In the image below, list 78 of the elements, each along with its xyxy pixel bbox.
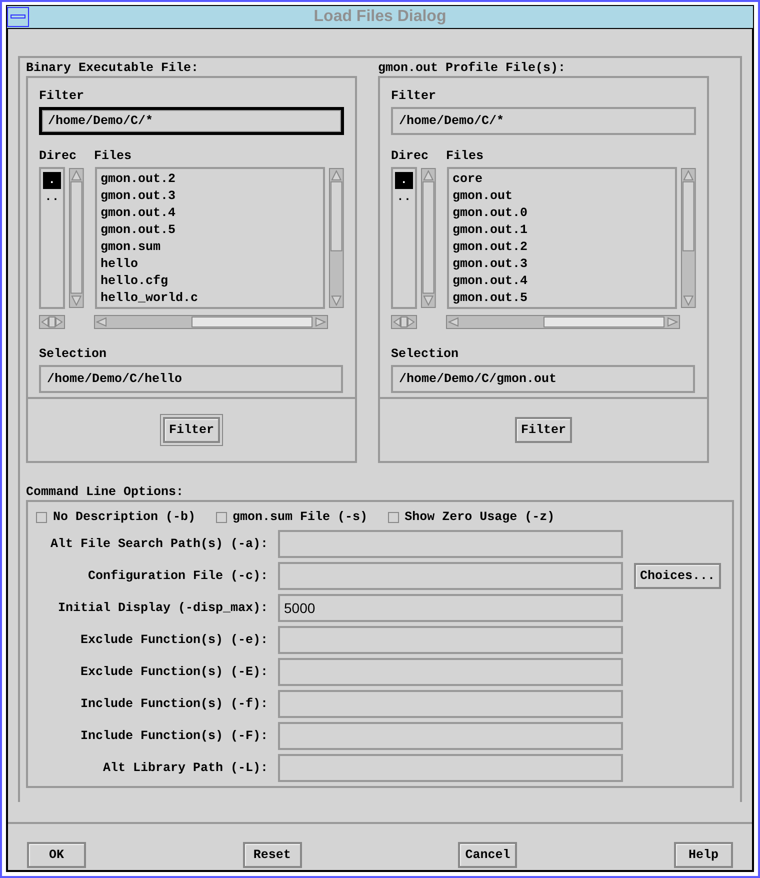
checkbox[interactable] <box>216 512 227 522</box>
option-field[interactable] <box>278 658 623 686</box>
directory-list[interactable]: . .. <box>39 167 65 309</box>
scrollbar[interactable] <box>68 167 84 309</box>
files-label: Files <box>94 149 132 163</box>
file-item[interactable]: hello_world.c <box>100 290 320 307</box>
filter-button[interactable]: Filter <box>514 417 572 443</box>
option-field[interactable] <box>278 722 623 750</box>
file-list[interactable]: core gmon.out gmon.out.0 gmon.out.1 gmon.out.2 gmon.out.3 gmon.out.4 gmon.out.5 <box>446 167 678 309</box>
checkbox-label: No Description (-b) <box>53 510 196 524</box>
directory-item[interactable]: . <box>395 172 413 189</box>
file-item[interactable]: gmon.out.2 <box>100 171 320 188</box>
selection-field[interactable]: /home/Demo/C/hello <box>39 365 343 393</box>
selection-label: Selection <box>39 347 108 361</box>
dialog-button[interactable]: Reset <box>242 842 302 868</box>
directory-item[interactable]: .. <box>43 189 61 206</box>
window-title: Load Files Dialog <box>312 8 448 26</box>
scrollbar[interactable] <box>446 315 680 329</box>
option-label: Alt Library Path (-L): <box>102 761 268 775</box>
file-item[interactable]: gmon.out.4 <box>100 205 320 222</box>
option-label: Alt File Search Path(s) (-a): <box>49 537 268 551</box>
file-list[interactable]: gmon.out.2 gmon.out.3 gmon.out.4 gmon.out.5 gmon.sum hello hello.cfg hello_world.c <box>94 167 326 309</box>
filter-button[interactable]: Filter <box>162 417 220 443</box>
dialog-button[interactable]: OK <box>27 842 86 868</box>
file-item[interactable]: gmon.out.1 <box>452 222 672 239</box>
directory-item[interactable]: . <box>43 172 61 189</box>
option-field[interactable] <box>278 530 623 558</box>
option-label: Exclude Function(s) (-e): <box>79 633 268 647</box>
selection-field[interactable]: /home/Demo/C/gmon.out <box>391 365 695 393</box>
file-item[interactable]: gmon.out.3 <box>100 188 320 205</box>
option-field[interactable] <box>278 626 623 654</box>
directories-label: Direc <box>391 149 430 163</box>
file-item[interactable]: gmon.out.4 <box>452 273 672 290</box>
filter-label: Filter <box>391 89 438 103</box>
group-title: Command Line Options: <box>26 484 185 500</box>
filter-field[interactable]: /home/Demo/C/* <box>39 107 344 135</box>
file-item[interactable]: hello.cfg <box>100 273 320 290</box>
file-item[interactable]: gmon.out.2 <box>452 239 672 256</box>
scrollbar[interactable] <box>681 167 696 309</box>
option-label: Include Function(s) (-F): <box>79 729 268 743</box>
option-field[interactable]: 5000 <box>278 594 623 622</box>
scrollbar[interactable] <box>94 315 328 329</box>
directory-item[interactable]: .. <box>395 189 413 206</box>
scrollbar[interactable] <box>39 315 65 329</box>
file-item[interactable]: gmon.out.5 <box>100 222 320 239</box>
directories-label: Direc <box>39 149 78 163</box>
file-item[interactable]: gmon.out.5 <box>452 290 672 307</box>
dialog-button[interactable]: Cancel <box>458 842 518 868</box>
option-field[interactable] <box>278 754 623 782</box>
option-label: Include Function(s) (-f): <box>79 697 268 711</box>
checkbox[interactable] <box>36 512 47 522</box>
dialog-button[interactable]: Help <box>674 842 733 868</box>
filter-label: Filter <box>39 89 86 103</box>
files-label: Files <box>446 149 484 163</box>
scrollbar[interactable] <box>329 167 344 309</box>
window-menu-icon[interactable] <box>7 7 29 27</box>
scrollbar[interactable] <box>391 315 417 329</box>
file-item[interactable]: core <box>452 171 672 188</box>
option-label: Configuration File (-c): <box>86 569 268 583</box>
option-field[interactable] <box>278 690 623 718</box>
file-item[interactable]: hello <box>100 256 320 273</box>
checkbox[interactable] <box>388 512 399 522</box>
file-item[interactable]: gmon.out <box>452 188 672 205</box>
scrollbar[interactable] <box>420 167 436 309</box>
checkbox-label: gmon.sum File (-s) <box>232 510 368 524</box>
file-item[interactable]: gmon.sum <box>100 239 320 256</box>
filter-field[interactable]: /home/Demo/C/* <box>391 107 696 135</box>
group-title: Binary Executable File: <box>26 60 200 76</box>
choices-button[interactable]: Choices... <box>634 563 721 589</box>
file-item[interactable]: gmon.out.0 <box>452 205 672 222</box>
directory-list[interactable]: . .. <box>391 167 417 309</box>
option-field[interactable] <box>278 562 623 590</box>
checkbox-label: Show Zero Usage (-z) <box>404 510 555 524</box>
option-label: Exclude Function(s) (-E): <box>79 665 268 679</box>
selection-label: Selection <box>391 347 460 361</box>
file-item[interactable]: gmon.out.3 <box>452 256 672 273</box>
option-label: Initial Display (-disp_max): <box>56 601 268 615</box>
group-title: gmon.out Profile File(s): <box>378 60 567 76</box>
